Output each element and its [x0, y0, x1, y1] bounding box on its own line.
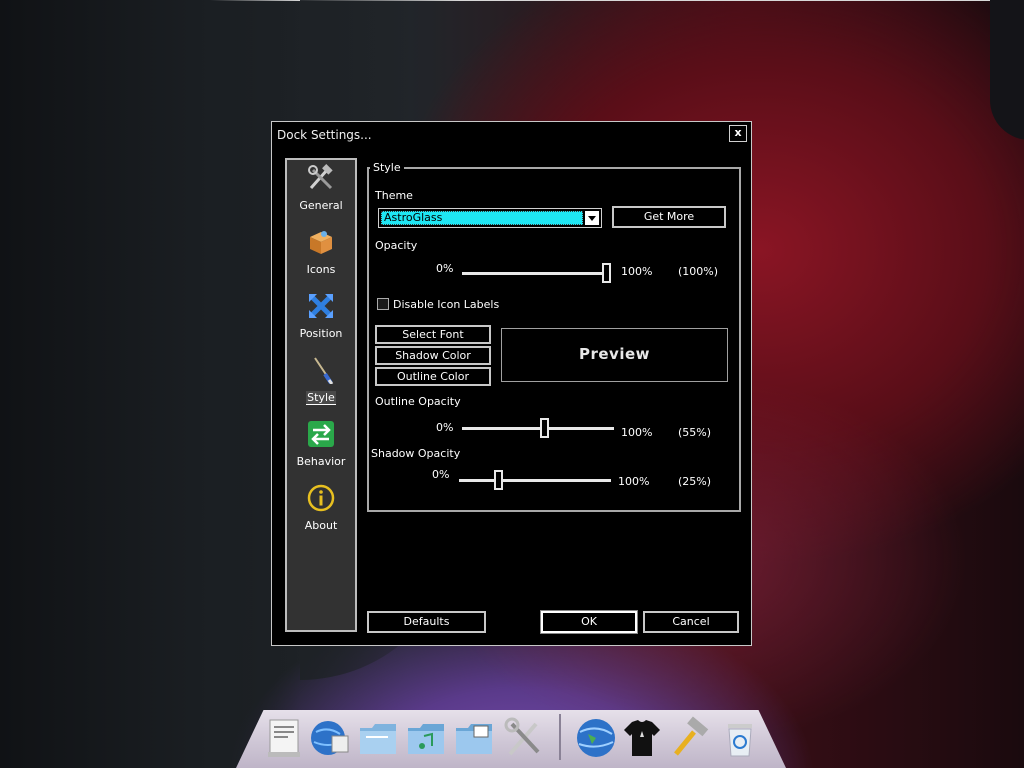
slider-thumb[interactable]: [540, 418, 549, 438]
folder-icon[interactable]: [356, 716, 400, 760]
sidebar-item-label: General: [299, 199, 343, 212]
style-group-label: Style: [370, 161, 404, 174]
disable-icon-labels-label: Disable Icon Labels: [393, 298, 500, 311]
outline-opacity-label: Outline Opacity: [375, 395, 461, 408]
sidebar-item-about[interactable]: About: [287, 482, 355, 542]
sidebar-item-icons[interactable]: Icons: [287, 226, 355, 286]
opacity-min-label: 0%: [436, 262, 454, 275]
swap-arrows-icon: [308, 421, 334, 447]
theme-selected-value: AstroGlass: [381, 211, 583, 225]
sidebar-item-style[interactable]: Style: [287, 354, 355, 414]
dock: [236, 692, 786, 768]
position-arrows-icon: [309, 294, 333, 318]
select-font-button[interactable]: Select Font: [375, 325, 491, 344]
shadow-opacity-max-label: 100%: [618, 475, 650, 488]
close-button[interactable]: x: [729, 125, 747, 142]
hammer-icon[interactable]: [668, 716, 712, 760]
tools-icon: [308, 164, 333, 190]
document-preview-icon[interactable]: [262, 716, 306, 760]
sidebar-item-general[interactable]: General: [287, 162, 355, 222]
outline-opacity-value: (55%): [678, 426, 712, 439]
defaults-button[interactable]: Defaults: [367, 611, 486, 633]
sidebar-item-label: About: [304, 519, 338, 532]
tools-icon[interactable]: [502, 716, 546, 760]
music-folder-icon[interactable]: [404, 716, 448, 760]
shadow-opacity-min-label: 0%: [432, 468, 450, 481]
outline-opacity-slider[interactable]: [462, 418, 614, 440]
dialog-title: Dock Settings...: [277, 128, 372, 142]
slider-thumb[interactable]: [494, 470, 503, 490]
slider-track: [462, 427, 614, 430]
globe-icon[interactable]: [574, 716, 618, 760]
opacity-label: Opacity: [375, 239, 418, 252]
shadow-color-button[interactable]: Shadow Color: [375, 346, 491, 365]
recycle-bin-icon[interactable]: [718, 716, 762, 760]
box-icon: [310, 231, 332, 254]
sidebar-item-label: Icons: [306, 263, 336, 276]
preview-panel: Preview: [501, 328, 728, 382]
outline-opacity-max-label: 100%: [621, 426, 653, 439]
cancel-button[interactable]: Cancel: [643, 611, 739, 633]
sidebar-item-label: Style: [306, 391, 336, 405]
wallpaper-curve-right: [990, 0, 1024, 140]
sidebar-item-position[interactable]: Position: [287, 290, 355, 350]
opacity-max-label: 100%: [621, 265, 653, 278]
outline-color-button[interactable]: Outline Color: [375, 367, 491, 386]
sidebar-item-behavior[interactable]: Behavior: [287, 418, 355, 478]
opacity-slider[interactable]: [462, 263, 611, 285]
theme-select[interactable]: AstroGlass: [378, 208, 602, 228]
paintbrush-icon: [314, 357, 334, 384]
slider-track: [459, 479, 611, 482]
chevron-down-icon[interactable]: [585, 211, 599, 225]
slider-track: [462, 272, 611, 275]
settings-sidebar: General Icons Position Style Behavior Ab…: [285, 158, 357, 632]
shadow-opacity-value: (25%): [678, 475, 712, 488]
sidebar-item-label: Behavior: [296, 455, 346, 468]
tshirt-icon[interactable]: [620, 716, 664, 760]
sidebar-item-label: Position: [299, 327, 343, 340]
get-more-button[interactable]: Get More: [612, 206, 726, 228]
outline-opacity-min-label: 0%: [436, 421, 454, 434]
shadow-opacity-label: Shadow Opacity: [371, 447, 461, 460]
slider-thumb[interactable]: [602, 263, 611, 283]
shadow-opacity-slider[interactable]: [459, 470, 611, 492]
info-icon: [307, 484, 335, 512]
dock-separator: [559, 714, 561, 760]
opacity-value: (100%): [678, 265, 719, 278]
globe-mail-icon[interactable]: [308, 716, 352, 760]
disable-icon-labels-checkbox[interactable]: [377, 298, 389, 310]
wallpaper-dark-area: [0, 0, 300, 768]
title-bar[interactable]: Dock Settings... x: [272, 122, 751, 146]
preview-text: Preview: [578, 345, 650, 363]
pictures-folder-icon[interactable]: [452, 716, 496, 760]
ok-button[interactable]: OK: [540, 610, 638, 634]
theme-label: Theme: [375, 189, 413, 202]
dock-settings-dialog: Dock Settings... x General Icons Positio…: [271, 121, 752, 646]
